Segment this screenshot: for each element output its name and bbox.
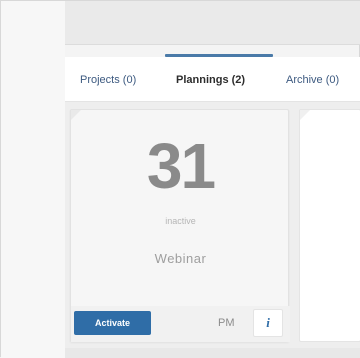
card-time: PM — [218, 317, 235, 329]
info-button[interactable]: i — [253, 309, 283, 337]
planning-card[interactable]: 31 inactive Webinar Activate PM i — [70, 109, 290, 342]
card-status: inactive — [165, 216, 196, 226]
active-tab-indicator — [165, 54, 273, 57]
info-icon: i — [266, 315, 270, 330]
plannings-list: 31 inactive Webinar Activate PM i — [65, 102, 360, 348]
card-footer: Activate PM i — [71, 306, 290, 342]
card-event-type: Webinar — [154, 251, 207, 266]
tab-bar: Projects (0) Plannings (2) Archive (0) — [65, 54, 360, 102]
card-day-number: 31 — [146, 130, 216, 202]
tab-projects[interactable]: Projects (0) — [80, 57, 136, 102]
app-frame: Projects (0) Plannings (2) Archive (0) 3… — [0, 0, 360, 358]
card-corner-fold — [71, 110, 81, 120]
card-2-corner-fold — [300, 110, 310, 120]
tab-plannings[interactable]: Plannings (2) — [176, 57, 245, 102]
planning-card-2[interactable] — [299, 109, 360, 342]
tab-archive[interactable]: Archive (0) — [286, 57, 339, 102]
top-bar — [65, 1, 360, 45]
activate-button[interactable]: Activate — [74, 311, 151, 335]
tab-plannings-label: Plannings (2) — [176, 74, 246, 86]
left-rail — [1, 1, 65, 358]
